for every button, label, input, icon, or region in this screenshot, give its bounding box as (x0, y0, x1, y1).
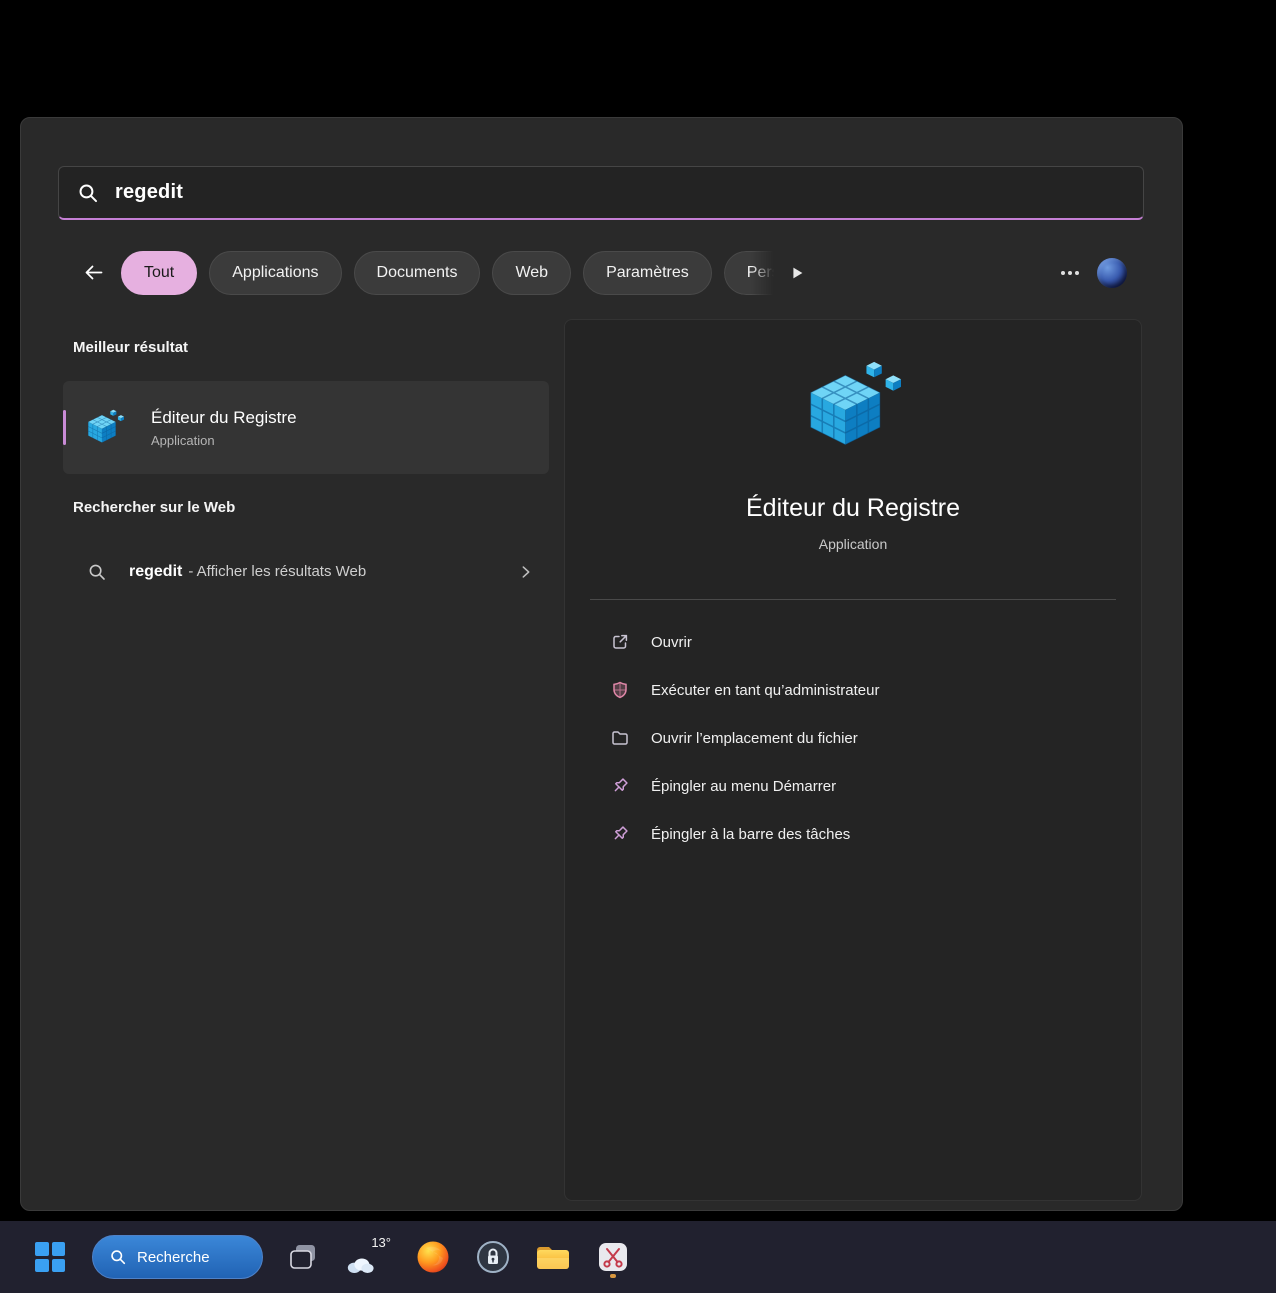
tab-people-label: Pers (747, 264, 774, 282)
best-match-text: Éditeur du Registre Application (151, 408, 297, 448)
tab-applications[interactable]: Applications (209, 251, 341, 295)
taskbar: Recherche 13° (0, 1221, 1276, 1293)
running-app-indicator (610, 1274, 616, 1278)
preview-actions-list: Ouvrir Exécuter en tant qu’administrateu… (565, 618, 1141, 858)
web-search-query: regedit (129, 563, 182, 580)
task-view-button[interactable] (283, 1235, 323, 1279)
action-open-file-location[interactable]: Ouvrir l’emplacement du fichier (565, 714, 1141, 762)
lock-icon (476, 1240, 510, 1274)
cloud-icon (345, 1255, 375, 1275)
filter-tabs-row: Tout Applications Documents Web Paramètr… (79, 251, 1127, 295)
result-preview-panel: Éditeur du Registre Application Ouvrir (564, 319, 1142, 1201)
folder-icon (535, 1242, 571, 1272)
action-pin-to-taskbar[interactable]: Épingler à la barre des tâches (565, 810, 1141, 858)
tab-documents-label: Documents (377, 264, 458, 282)
task-view-icon (288, 1243, 318, 1271)
keepass-button[interactable] (473, 1235, 513, 1279)
more-options-button[interactable] (1055, 258, 1085, 288)
registry-editor-icon-large (803, 360, 903, 456)
best-match-heading: Meilleur résultat (73, 339, 188, 356)
tab-documents[interactable]: Documents (354, 251, 481, 295)
tab-people-clipped[interactable]: Pers (724, 251, 774, 295)
taskbar-search-icon (109, 1248, 127, 1266)
weather-widget-button[interactable]: 13° (343, 1233, 393, 1281)
search-input[interactable]: regedit (58, 166, 1144, 220)
pin-icon (610, 824, 630, 844)
tab-all-label: Tout (144, 264, 174, 282)
firefox-icon (416, 1240, 450, 1274)
action-open[interactable]: Ouvrir (565, 618, 1141, 666)
firefox-button[interactable] (413, 1235, 453, 1279)
scissors-icon (597, 1241, 629, 1273)
search-query-text: regedit (115, 181, 183, 204)
scroll-tabs-right-button[interactable] (786, 262, 808, 284)
snipping-tool-button[interactable] (593, 1235, 633, 1279)
pin-icon (610, 776, 630, 796)
registry-editor-icon (85, 409, 125, 447)
tab-web[interactable]: Web (492, 251, 571, 295)
taskbar-search-label: Recherche (137, 1249, 210, 1266)
best-match-subtitle: Application (151, 433, 297, 448)
user-avatar[interactable] (1097, 258, 1127, 288)
web-search-text: regedit - Afficher les résultats Web (129, 563, 495, 581)
tab-settings-label: Paramètres (606, 264, 689, 282)
web-search-suffix: - Afficher les résultats Web (188, 563, 366, 580)
tab-web-label: Web (515, 264, 548, 282)
action-run-as-admin[interactable]: Exécuter en tant qu’administrateur (565, 666, 1141, 714)
preview-subtitle: Application (565, 536, 1141, 552)
action-pin-to-start[interactable]: Épingler au menu Démarrer (565, 762, 1141, 810)
best-match-title: Éditeur du Registre (151, 408, 297, 428)
open-external-icon (610, 632, 630, 652)
action-run-as-admin-label: Exécuter en tant qu’administrateur (651, 682, 879, 699)
folder-icon (610, 728, 630, 748)
tab-all[interactable]: Tout (121, 251, 197, 295)
action-open-file-location-label: Ouvrir l’emplacement du fichier (651, 730, 858, 747)
preview-divider (590, 599, 1116, 600)
chevron-right-icon (517, 563, 535, 581)
start-button[interactable] (28, 1235, 72, 1279)
admin-shield-icon (610, 680, 630, 700)
action-pin-to-taskbar-label: Épingler à la barre des tâches (651, 826, 850, 843)
search-flyout-panel: regedit Tout Applications Documents Web … (20, 117, 1183, 1211)
back-button[interactable] (79, 258, 109, 288)
tab-applications-label: Applications (232, 264, 318, 282)
action-open-label: Ouvrir (651, 634, 692, 651)
web-search-icon (87, 562, 107, 582)
windows-logo-icon (35, 1242, 65, 1272)
web-search-result[interactable]: regedit - Afficher les résultats Web (63, 546, 549, 598)
search-icon (77, 182, 99, 204)
taskbar-search-button[interactable]: Recherche (92, 1235, 263, 1279)
action-pin-to-start-label: Épingler au menu Démarrer (651, 778, 836, 795)
weather-temperature: 13° (371, 1235, 391, 1250)
preview-title: Éditeur du Registre (565, 494, 1141, 523)
file-explorer-button[interactable] (533, 1235, 573, 1279)
best-match-result-registry-editor[interactable]: Éditeur du Registre Application (63, 381, 549, 474)
tab-settings[interactable]: Paramètres (583, 251, 712, 295)
web-search-heading: Rechercher sur le Web (73, 499, 235, 516)
